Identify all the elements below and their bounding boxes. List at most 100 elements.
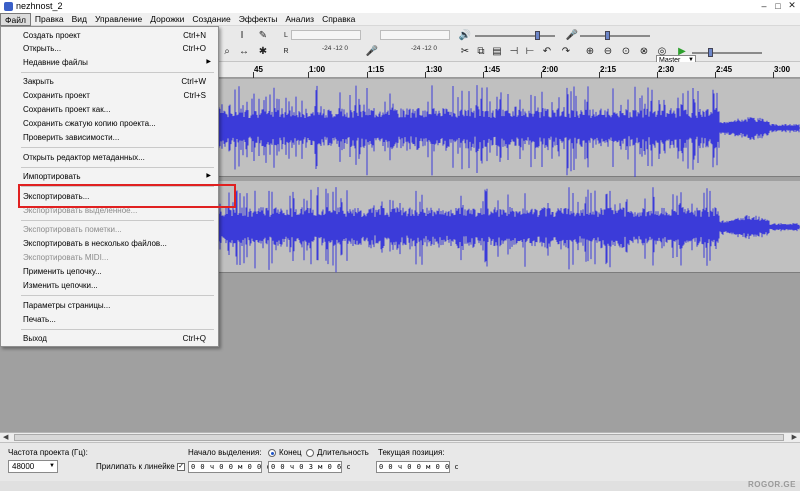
menu-tracks[interactable]: Дорожки (146, 13, 188, 26)
microphone-icon[interactable]: 🎤 (366, 45, 378, 57)
current-position-label: Текущая позиция: (378, 448, 445, 457)
length-radio[interactable] (306, 449, 314, 457)
menu-item-label: Открыть редактор метаданных... (23, 153, 145, 162)
ruler-tick (253, 72, 254, 78)
timeshift-tool-icon[interactable]: ↔ (238, 45, 250, 57)
menu-analyze[interactable]: Анализ (281, 13, 318, 26)
output-volume-slider[interactable] (535, 31, 540, 40)
ruler-tick (425, 72, 426, 78)
close-icon[interactable]: ✕ (786, 0, 798, 11)
menu-item-label: Проверить зависимости... (23, 133, 120, 142)
menu-save-project[interactable]: Сохранить проект Ctrl+S (1, 89, 218, 102)
play-speed-slider[interactable] (708, 48, 713, 57)
menu-edit-chains[interactable]: Изменить цепочки... (1, 279, 218, 292)
selection-end-time[interactable]: 0 0 ч 0 3 м 0 6 с (268, 461, 351, 473)
zoom-in-icon[interactable]: ⊕ (584, 45, 596, 57)
project-rate-label: Частота проекта (Гц): (8, 448, 88, 457)
menu-transport[interactable]: Управление (91, 13, 146, 26)
menu-apply-chain[interactable]: Применить цепочку... (1, 265, 218, 278)
ruler-tick (541, 72, 542, 78)
menu-separator (21, 329, 214, 330)
ruler-tick (715, 72, 716, 78)
speaker-r-icon: R (283, 47, 289, 55)
zoom-tool-icon[interactable]: ⌕ (221, 45, 233, 57)
playback-meter[interactable] (291, 30, 361, 40)
menu-export-multiple[interactable]: Экспортировать в несколько файлов... (1, 237, 218, 250)
title-bar: nezhnost_2 – □ ✕ (0, 0, 800, 13)
menu-view[interactable]: Вид (68, 13, 91, 26)
menu-edit[interactable]: Правка (31, 13, 68, 26)
multi-tool-icon[interactable]: ✱ (257, 45, 269, 57)
paste-icon[interactable]: ▤ (491, 45, 503, 57)
menu-save-project-as[interactable]: Сохранить проект как... (1, 103, 218, 116)
zoom-out-icon[interactable]: ⊖ (602, 45, 614, 57)
ruler-tick-label: 45 (254, 65, 263, 74)
input-volume-track (580, 35, 650, 37)
ruler-tick-label: 3:00 (774, 65, 791, 74)
undo-icon[interactable]: ↶ (541, 45, 553, 57)
menu-generate[interactable]: Создание (188, 13, 234, 26)
menu-separator (21, 220, 214, 221)
menu-exit[interactable]: Выход Ctrl+Q (1, 332, 218, 345)
recording-meter[interactable] (380, 30, 450, 40)
menu-item-label: Экспортировать в несколько файлов... (23, 239, 167, 248)
menu-file[interactable]: Файл (0, 13, 31, 26)
window-title: nezhnost_2 (16, 1, 63, 11)
selection-tool-icon[interactable]: I (236, 29, 248, 41)
end-label: Конец (279, 448, 302, 457)
scroll-right-icon[interactable]: ▶ (792, 433, 797, 441)
scrollbar-thumb[interactable] (14, 434, 784, 441)
redo-icon[interactable]: ↷ (560, 45, 572, 57)
menu-item-label: Выход (23, 334, 47, 343)
menu-new-project[interactable]: Создать проект Ctrl+N (1, 29, 218, 42)
export-highlight-box (18, 184, 236, 208)
menu-export-midi: Экспортировать MIDI... (1, 251, 218, 264)
menu-print[interactable]: Печать... (1, 313, 218, 326)
menu-check-dependencies[interactable]: Проверить зависимости... (1, 131, 218, 144)
menu-recent-files[interactable]: Недавние файлы ▶ (1, 56, 218, 69)
length-label: Длительность (317, 448, 369, 457)
ruler-tick-label: 1:00 (309, 65, 326, 74)
silence-icon[interactable]: ⊢ (524, 45, 536, 57)
maximize-icon[interactable]: □ (772, 0, 784, 11)
play-speed-track (692, 52, 762, 54)
zoom-toggle-icon[interactable]: ◎ (656, 45, 668, 57)
ruler-tick-label: 2:45 (716, 65, 733, 74)
ruler-tick-label: 1:45 (484, 65, 501, 74)
ruler-tick-label: 2:15 (600, 65, 617, 74)
menu-help[interactable]: Справка (318, 13, 359, 26)
end-radio[interactable] (268, 449, 276, 457)
menu-effects[interactable]: Эффекты (235, 13, 282, 26)
draw-tool-icon[interactable]: ✎ (257, 29, 269, 41)
selection-toolbar: Частота проекта (Гц): 48000 ▼ Прилипать … (0, 442, 800, 481)
menu-separator (21, 167, 214, 168)
project-rate-value: 48000 (12, 462, 35, 471)
project-rate-select[interactable]: 48000 ▼ (8, 460, 58, 473)
ruler-tick (773, 72, 774, 78)
snap-to-label: Прилипать к линейке (96, 462, 175, 471)
menu-open[interactable]: Открыть... Ctrl+O (1, 42, 218, 55)
minimize-icon[interactable]: – (758, 0, 770, 11)
snap-to-checkbox[interactable]: ✓ (177, 463, 185, 471)
selection-start-time[interactable]: 0 0 ч 0 0 м 0 0 с (188, 461, 271, 473)
cut-icon[interactable]: ✂ (459, 45, 471, 57)
status-strip (0, 481, 800, 491)
scroll-left-icon[interactable]: ◀ (3, 433, 8, 441)
current-position-time[interactable]: 0 0 ч 0 0 м 0 0 с (376, 461, 459, 473)
menu-import[interactable]: Импортировать ▶ (1, 170, 218, 183)
ruler-tick-label: 2:30 (658, 65, 675, 74)
ruler-tick (367, 72, 368, 78)
trim-icon[interactable]: ⊣ (508, 45, 520, 57)
input-volume-slider[interactable] (605, 31, 610, 40)
fit-selection-icon[interactable]: ⊙ (620, 45, 632, 57)
menu-item-shortcut: Ctrl+Q (182, 334, 206, 343)
menu-item-label: Экспортировать пометки... (23, 225, 122, 234)
menu-page-setup[interactable]: Параметры страницы... (1, 299, 218, 312)
fit-project-icon[interactable]: ⊗ (638, 45, 650, 57)
copy-icon[interactable]: ⧉ (475, 45, 487, 57)
play-at-speed-icon[interactable]: ▶ (676, 45, 688, 57)
menu-close[interactable]: Закрыть Ctrl+W (1, 75, 218, 88)
menu-metadata-editor[interactable]: Открыть редактор метаданных... (1, 151, 218, 164)
menu-save-compressed-copy[interactable]: Сохранить сжатую копию проекта... (1, 117, 218, 130)
horizontal-scrollbar[interactable]: ◀ ▶ (0, 432, 800, 442)
